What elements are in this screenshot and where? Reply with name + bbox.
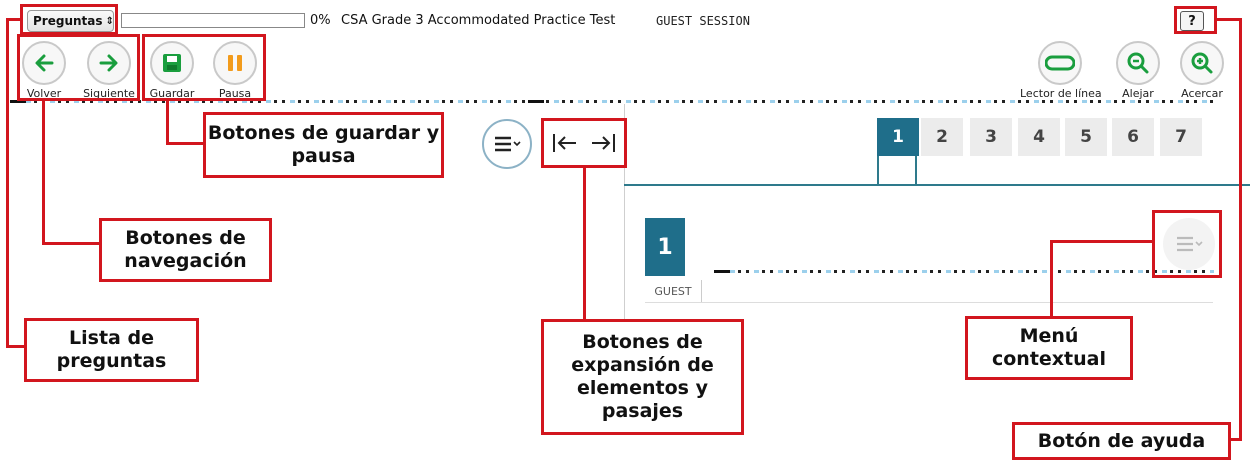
zoom-out-button[interactable]: Alejar <box>1108 41 1168 100</box>
callout-expansion: Botones de expansión de elementos y pasa… <box>541 319 744 435</box>
progress-percent: 0% <box>310 13 331 28</box>
highlight-expansion <box>541 118 627 168</box>
connector-list-h <box>6 345 25 348</box>
callout-context-menu: Menú contextual <box>965 316 1133 380</box>
question-number: 1 <box>645 218 685 276</box>
test-title: CSA Grade 3 Accommodated Practice Test <box>341 13 616 28</box>
callout-navigation: Botones de navegación <box>99 218 272 282</box>
connector-nav <box>42 100 45 245</box>
callout-question-list: Lista de preguntas <box>24 318 199 382</box>
callout-help: Botón de ayuda <box>1012 422 1231 460</box>
tabs-baseline <box>624 184 1250 186</box>
connector-context-h <box>1050 240 1153 243</box>
connector-context <box>1050 240 1053 318</box>
tab-question-7[interactable]: 7 <box>1160 118 1202 156</box>
tab-question-3[interactable]: 3 <box>970 118 1012 156</box>
zoom-in-button[interactable]: Acercar <box>1172 41 1232 100</box>
line-reader-icon <box>1038 41 1082 85</box>
connector-list <box>6 18 9 348</box>
highlight-navigation <box>17 34 140 101</box>
progress-bar <box>121 13 305 28</box>
question-divider <box>645 302 1213 303</box>
tab-question-4[interactable]: 4 <box>1018 118 1060 156</box>
tab-question-1[interactable]: 1 <box>877 118 919 156</box>
connector-expansion <box>583 167 586 320</box>
highlight-questions <box>20 4 118 35</box>
active-tab-notch <box>877 156 917 186</box>
connector-save <box>166 100 169 145</box>
dotted-divider-question <box>714 269 1214 275</box>
zoom-out-icon <box>1116 41 1160 85</box>
highlight-context-menu <box>1152 210 1222 278</box>
app-screen: Preguntas ⇕ 0% CSA Grade 3 Accommodated … <box>0 0 1250 465</box>
tab-question-2[interactable]: 2 <box>921 118 963 156</box>
connector-help-h <box>1230 438 1242 441</box>
callout-save-pause: Botones de guardar y pausa <box>203 112 444 178</box>
guest-label: GUEST <box>645 280 702 302</box>
hamburger-icon <box>495 136 521 152</box>
line-reader-button[interactable]: Lector de línea <box>1020 41 1102 100</box>
zoom-in-icon <box>1180 41 1224 85</box>
tab-question-6[interactable]: 6 <box>1112 118 1154 156</box>
top-bar: Preguntas ⇕ 0% CSA Grade 3 Accommodated … <box>0 0 1250 38</box>
connector-nav-h <box>42 242 100 245</box>
tab-question-5[interactable]: 5 <box>1065 118 1107 156</box>
session-label: GUEST SESSION <box>656 14 750 28</box>
connector-save-h <box>166 142 204 145</box>
collapse-menu-button[interactable] <box>482 119 532 169</box>
highlight-save-pause <box>142 34 266 101</box>
highlight-help <box>1174 6 1217 34</box>
connector-help <box>1239 18 1242 441</box>
